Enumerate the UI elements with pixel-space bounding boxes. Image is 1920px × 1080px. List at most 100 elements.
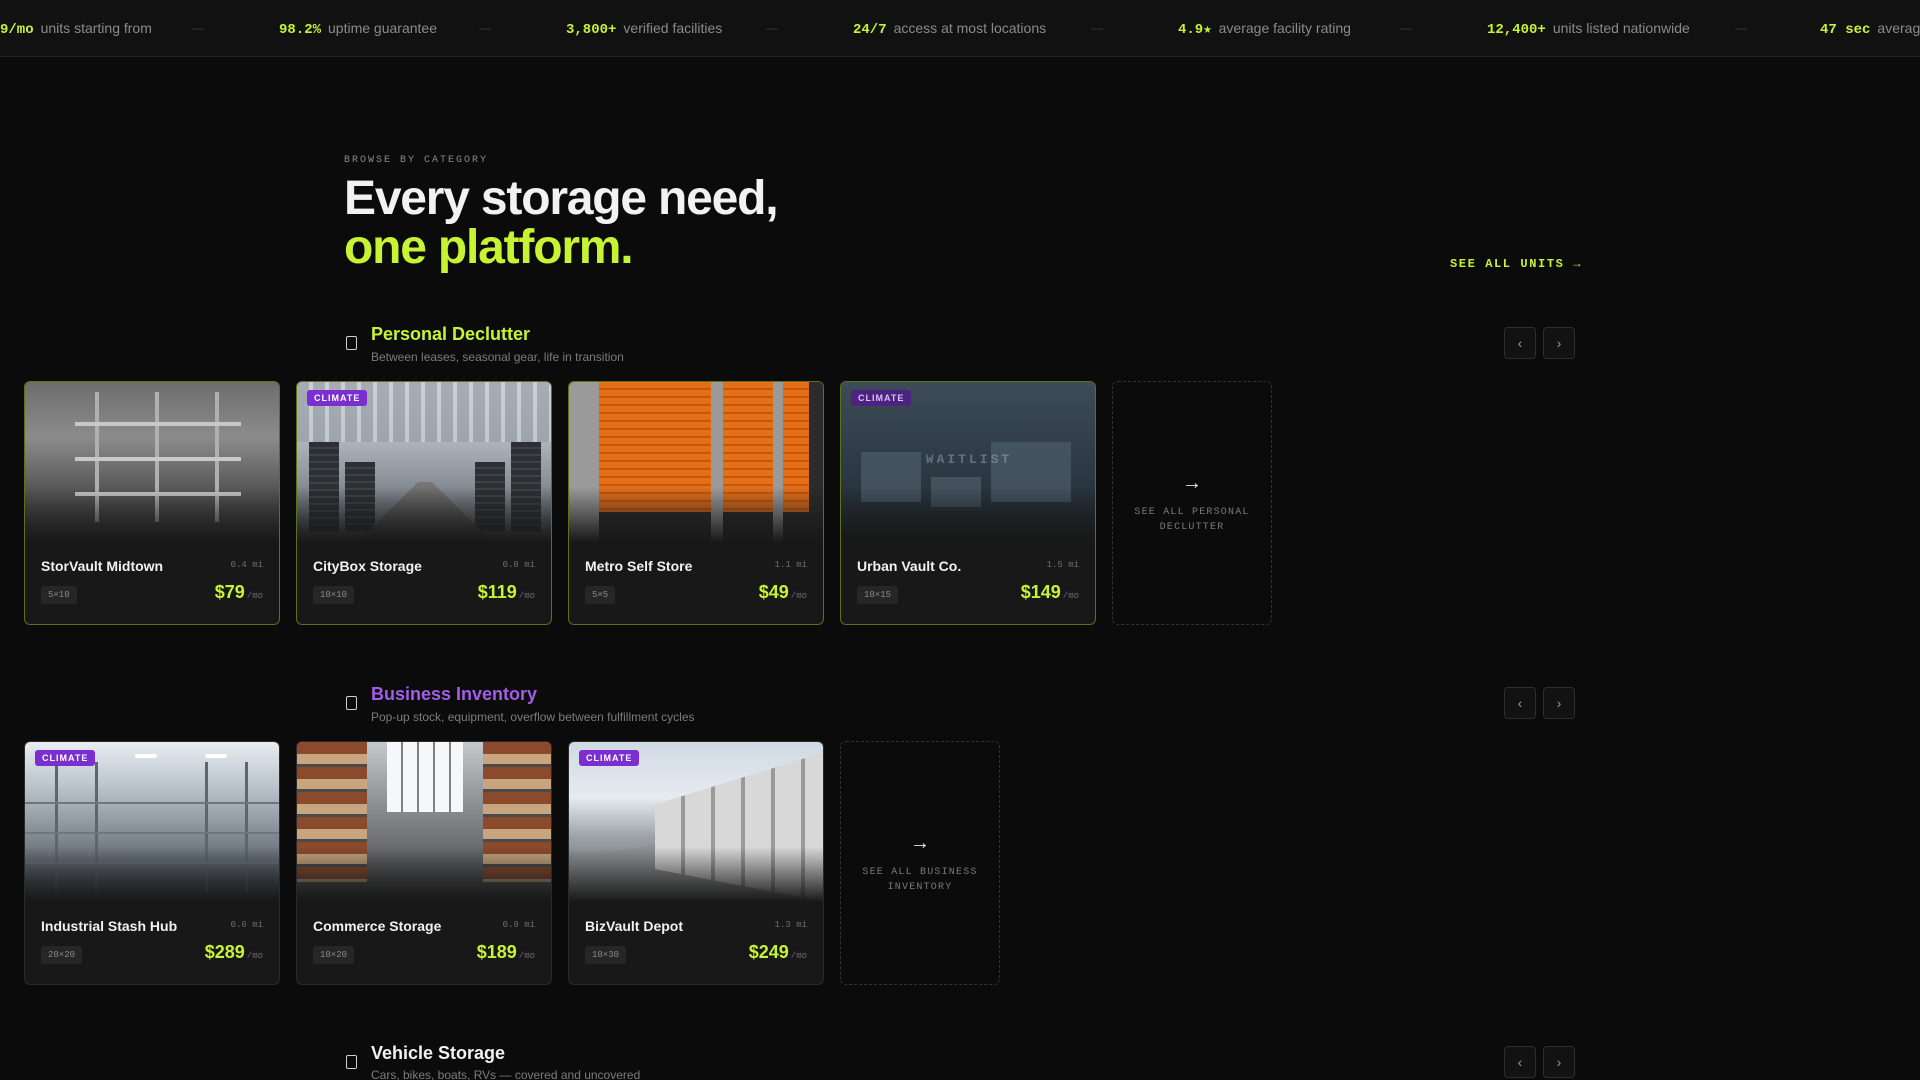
unit-card-citybox-storage[interactable]: CLIMATE CityBox Storage 0.8 mi 10×10 $11… bbox=[296, 381, 552, 625]
price-unit: /mo bbox=[246, 591, 263, 601]
ticker-separator: — bbox=[1400, 21, 1412, 35]
unit-photo bbox=[569, 382, 823, 542]
price-unit: /mo bbox=[790, 951, 807, 961]
unit-name: StorVault Midtown bbox=[41, 558, 164, 574]
unit-card-storvault-midtown[interactable]: StorVault Midtown 0.4 mi 5×10 $79 /mo bbox=[24, 381, 280, 625]
unit-name: Urban Vault Co. bbox=[857, 558, 962, 574]
unit-size-badge: 20×20 bbox=[41, 946, 83, 964]
stats-ticker: 9/mo units starting from — 98.2% uptime … bbox=[0, 0, 1920, 57]
ticker-separator: — bbox=[192, 21, 204, 35]
price-value: $249 bbox=[748, 942, 789, 962]
unit-photo bbox=[297, 382, 551, 542]
ticker-label: averag bbox=[1877, 20, 1920, 36]
business-prev-button[interactable]: ‹ bbox=[1504, 687, 1536, 719]
ticker-label: units listed nationwide bbox=[1552, 20, 1690, 36]
ticker-value: 12,400+ bbox=[1487, 22, 1546, 38]
price-unit: /mo bbox=[790, 591, 807, 601]
unit-distance: 1.5 mi bbox=[1046, 560, 1079, 570]
unit-size-badge: 10×20 bbox=[313, 946, 355, 964]
unit-name: Metro Self Store bbox=[585, 558, 693, 574]
unit-card-metro-self-store[interactable]: Metro Self Store 1.1 mi 5×5 $49 /mo bbox=[568, 381, 824, 625]
ticker-label: average facility rating bbox=[1218, 20, 1351, 36]
unit-card-commerce-storage[interactable]: Commerce Storage 0.9 mi 10×20 $189 /mo bbox=[296, 741, 552, 985]
ticker-separator: — bbox=[479, 21, 491, 35]
ticker-item: 3,800+ verified facilities bbox=[566, 20, 722, 38]
see-all-personal-card[interactable]: → SEE ALL PERSONAL DECLUTTER bbox=[1112, 381, 1272, 625]
unit-photo bbox=[25, 742, 279, 902]
box-icon bbox=[346, 1055, 357, 1069]
section-title-personal: Personal Declutter bbox=[371, 324, 531, 344]
personal-prev-button[interactable]: ‹ bbox=[1504, 327, 1536, 359]
unit-size-badge: 5×5 bbox=[585, 586, 616, 604]
unit-name: CityBox Storage bbox=[313, 558, 422, 574]
unit-size-badge: 10×30 bbox=[585, 946, 627, 964]
section-subtitle-vehicle: Cars, bikes, boats, RVs — covered and un… bbox=[371, 1068, 641, 1080]
unit-price: $119 /mo bbox=[478, 582, 535, 603]
ticker-item: 47 sec averag bbox=[1820, 20, 1920, 38]
ticker-value: 3,800+ bbox=[566, 22, 617, 38]
unit-card-bizvault-depot[interactable]: CLIMATE BizVault Depot 1.3 mi 10×30 $249… bbox=[568, 741, 824, 985]
section-title-vehicle: Vehicle Storage bbox=[371, 1043, 506, 1063]
ticker-value: 24/7 bbox=[853, 22, 887, 38]
unit-photo bbox=[569, 742, 823, 902]
price-value: $189 bbox=[476, 942, 517, 962]
box-icon bbox=[346, 336, 357, 350]
unit-size-badge: 10×10 bbox=[313, 586, 355, 604]
see-all-personal-label: SEE ALL PERSONAL DECLUTTER bbox=[1134, 506, 1250, 533]
unit-distance: 0.9 mi bbox=[502, 920, 535, 930]
unit-name: Industrial Stash Hub bbox=[41, 918, 178, 934]
unit-card-industrial-stash-hub[interactable]: CLIMATE Industrial Stash Hub 0.6 mi 20×2… bbox=[24, 741, 280, 985]
ticker-value: 9/mo bbox=[0, 22, 34, 38]
unit-distance: 1.3 mi bbox=[774, 920, 807, 930]
ticker-label: access at most locations bbox=[893, 20, 1047, 36]
climate-badge: CLIMATE bbox=[307, 390, 368, 406]
price-value: $79 bbox=[214, 582, 245, 602]
personal-next-button[interactable]: › bbox=[1543, 327, 1575, 359]
vehicle-prev-button[interactable]: ‹ bbox=[1504, 1046, 1536, 1078]
see-all-business-label: SEE ALL BUSINESS INVENTORY bbox=[862, 866, 978, 893]
unit-card-urban-vault-co[interactable]: CLIMATE WAITLIST Urban Vault Co. 1.5 mi … bbox=[840, 381, 1096, 625]
box-icon bbox=[346, 696, 357, 710]
page-title: Every storage need, one platform. bbox=[344, 172, 779, 272]
ticker-label: uptime guarantee bbox=[328, 20, 437, 36]
ticker-value: 98.2% bbox=[279, 22, 322, 38]
section-eyebrow: BROWSE BY CATEGORY bbox=[344, 155, 489, 166]
unit-photo bbox=[25, 382, 279, 542]
business-next-button[interactable]: › bbox=[1543, 687, 1575, 719]
price-value: $49 bbox=[758, 582, 789, 602]
unit-size-badge: 10×15 bbox=[857, 586, 899, 604]
chevron-left-icon: ‹ bbox=[1517, 335, 1523, 351]
ticker-value: 4.9★ bbox=[1178, 22, 1212, 38]
ticker-item: 24/7 access at most locations bbox=[853, 20, 1046, 38]
ticker-item: 98.2% uptime guarantee bbox=[279, 20, 437, 38]
ticker-separator: — bbox=[766, 21, 778, 35]
section-subtitle-business: Pop-up stock, equipment, overflow betwee… bbox=[371, 710, 695, 724]
section-title-business: Business Inventory bbox=[371, 684, 538, 704]
unit-distance: 1.1 mi bbox=[774, 560, 807, 570]
unit-price: $189 /mo bbox=[477, 942, 535, 963]
unit-photo bbox=[297, 742, 551, 902]
vehicle-next-button[interactable]: › bbox=[1543, 1046, 1575, 1078]
ticker-label: units starting from bbox=[40, 20, 152, 36]
see-all-units-link[interactable]: SEE ALL UNITS → bbox=[1450, 257, 1582, 271]
climate-badge: CLIMATE bbox=[851, 390, 912, 406]
see-all-business-card[interactable]: → SEE ALL BUSINESS INVENTORY bbox=[840, 741, 1000, 985]
ticker-separator: — bbox=[1091, 21, 1103, 35]
ticker-item: 4.9★ average facility rating bbox=[1178, 20, 1351, 38]
ticker-separator: — bbox=[1735, 21, 1747, 35]
chevron-right-icon: › bbox=[1556, 695, 1562, 711]
chevron-left-icon: ‹ bbox=[1517, 695, 1523, 711]
price-unit: /mo bbox=[518, 951, 535, 961]
title-line-1: Every storage need, bbox=[344, 172, 779, 225]
price-value: $119 bbox=[477, 582, 517, 602]
unit-name: BizVault Depot bbox=[585, 918, 684, 934]
price-unit: /mo bbox=[246, 951, 263, 961]
unit-distance: 0.6 mi bbox=[230, 920, 263, 930]
price-value: $289 bbox=[204, 942, 245, 962]
unit-price: $79 /mo bbox=[215, 582, 263, 603]
price-unit: /mo bbox=[518, 591, 535, 601]
section-subtitle-personal: Between leases, seasonal gear, life in t… bbox=[371, 350, 624, 364]
climate-badge: CLIMATE bbox=[35, 750, 96, 766]
ticker-item: 12,400+ units listed nationwide bbox=[1487, 20, 1690, 38]
unit-price: $49 /mo bbox=[759, 582, 807, 603]
